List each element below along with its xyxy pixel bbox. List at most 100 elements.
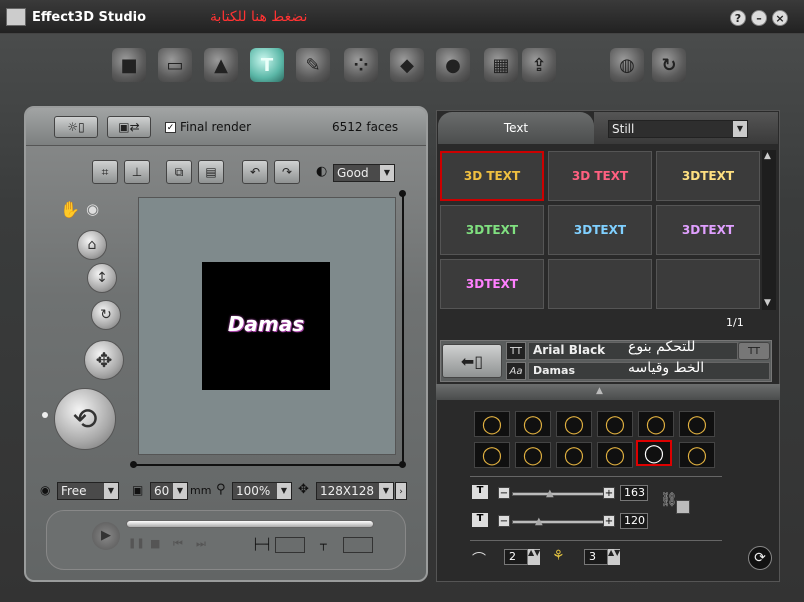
bevel-style[interactable]: ◯: [556, 411, 592, 437]
bevel-style[interactable]: ◯: [474, 411, 510, 437]
paint-bucket-icon[interactable]: ◆: [390, 48, 424, 82]
bevel-count-input[interactable]: 2: [504, 549, 528, 565]
text-style-thumb[interactable]: 3D TEXT: [440, 151, 544, 201]
handle-dot[interactable]: [130, 461, 137, 468]
camera-mode-select[interactable]: Free ▼: [57, 482, 119, 500]
copy-button[interactable]: ⧉: [166, 160, 192, 184]
close-button[interactable]: ×: [772, 10, 788, 26]
text-note: الخط وقياسه: [628, 360, 705, 376]
text-style-thumb[interactable]: 3DTEXT: [656, 151, 760, 201]
pause-button[interactable]: ❚❚: [128, 538, 145, 549]
orbit-button[interactable]: ⟲: [54, 388, 116, 450]
text-3d-icon[interactable]: T: [250, 48, 284, 82]
dots-icon[interactable]: ⁘: [344, 48, 378, 82]
bevel-depth-stepper[interactable]: ▲▼: [608, 549, 620, 565]
tab-text[interactable]: Text: [438, 112, 594, 144]
bevel-style[interactable]: ◯: [597, 442, 633, 468]
forward-button[interactable]: ⏭: [196, 537, 206, 551]
minimize-button[interactable]: –: [751, 10, 767, 26]
text-value: Damas: [533, 364, 575, 377]
quality-select[interactable]: Good ▼: [333, 164, 395, 182]
play-button[interactable]: ▶: [92, 522, 120, 550]
magnifier-icon: ⚲: [216, 482, 226, 497]
text-style-thumb[interactable]: 3DTEXT: [440, 259, 544, 309]
zoom-select[interactable]: 100% ▼: [232, 482, 292, 500]
resolution-arrow-button[interactable]: ›: [395, 482, 407, 500]
text-type-icon: Aa: [506, 362, 526, 380]
bevel-count-stepper[interactable]: ▲▼: [528, 549, 540, 565]
video-camera-icon: ▣: [132, 483, 144, 497]
text-style-thumb[interactable]: 3D TEXT: [548, 151, 652, 201]
text-style-thumb[interactable]: 3DTEXT: [440, 205, 544, 255]
export-icon[interactable]: ⇪: [522, 48, 556, 82]
bevel-style[interactable]: ◯: [556, 442, 592, 468]
height-slider[interactable]: [512, 520, 606, 524]
import-text-button[interactable]: ⬅▯: [442, 344, 502, 378]
frame-input[interactable]: [343, 537, 373, 553]
new-scene-button[interactable]: ☼▯: [54, 116, 98, 138]
text-style-thumb[interactable]: [656, 259, 760, 309]
bevel-style[interactable]: ◯: [679, 411, 715, 437]
bulb-icon[interactable]: ●: [436, 48, 470, 82]
pan-button[interactable]: ✥: [84, 340, 124, 380]
axis-button[interactable]: ⊥: [124, 160, 150, 184]
text-style-thumb[interactable]: [548, 259, 652, 309]
handle-dot[interactable]: [399, 190, 406, 197]
home-view-button[interactable]: ⌂: [77, 230, 107, 260]
width-slider[interactable]: [512, 492, 606, 496]
rewind-button[interactable]: ⏮: [173, 537, 183, 551]
reset-icon[interactable]: ⟳: [748, 546, 772, 570]
text-style-thumb[interactable]: 3DTEXT: [656, 205, 760, 255]
export-scene-button[interactable]: ▣⇄: [107, 116, 151, 138]
timeline-slider[interactable]: [126, 520, 374, 528]
bevel-style[interactable]: ◯: [638, 411, 674, 437]
handle-dot[interactable]: [399, 461, 406, 468]
paste-button[interactable]: ▤: [198, 160, 224, 184]
height-minus-button[interactable]: −: [498, 515, 510, 527]
bevel-style[interactable]: ◯: [515, 411, 551, 437]
box-icon[interactable]: ■: [112, 48, 146, 82]
bevel-style[interactable]: ◯: [597, 411, 633, 437]
shapes-icon[interactable]: ▲: [204, 48, 238, 82]
height-slider-thumb[interactable]: ▲: [535, 516, 543, 527]
scroll-up-icon[interactable]: ▲: [764, 151, 771, 161]
bevel-style[interactable]: ◯: [679, 442, 715, 468]
redo-button[interactable]: ↷: [274, 160, 300, 184]
height-plus-button[interactable]: +: [603, 515, 615, 527]
bevel-style[interactable]: ◯: [515, 442, 551, 468]
brush-icon[interactable]: ✎: [296, 48, 330, 82]
bevel-style-selected[interactable]: ◯: [636, 440, 672, 466]
rotate-button[interactable]: ↻: [91, 300, 121, 330]
duration-input[interactable]: [275, 537, 305, 553]
focal-select[interactable]: 60 ▼: [150, 482, 188, 500]
style-select[interactable]: Still ▼: [608, 120, 748, 138]
panel-splitter[interactable]: [436, 384, 780, 400]
width-value[interactable]: 163: [620, 485, 648, 501]
width-slider-thumb[interactable]: ▲: [546, 488, 554, 499]
panel-icon[interactable]: ▭: [158, 48, 192, 82]
bevel-depth-input[interactable]: 3: [584, 549, 608, 565]
help-button[interactable]: ?: [730, 10, 746, 26]
crop-button[interactable]: ⌗: [92, 160, 118, 184]
height-value[interactable]: 120: [620, 513, 648, 529]
thumbnail-scrollbar[interactable]: [762, 150, 776, 310]
width-plus-button[interactable]: +: [603, 487, 615, 499]
resolution-select[interactable]: 128X128 ▼: [316, 482, 394, 500]
width-minus-button[interactable]: −: [498, 487, 510, 499]
web-icon[interactable]: ◍: [610, 48, 644, 82]
collapse-icon[interactable]: ▲: [596, 386, 603, 396]
font-dialog-button[interactable]: TT: [738, 342, 770, 360]
scroll-down-icon[interactable]: ▼: [764, 298, 771, 308]
refresh-icon[interactable]: ↻: [652, 48, 686, 82]
stop-button[interactable]: ■: [150, 537, 160, 550]
lock-ratio-checkbox[interactable]: [676, 500, 690, 514]
bevel-style[interactable]: ◯: [474, 442, 510, 468]
move-vertical-button[interactable]: ↕: [87, 263, 117, 293]
final-render-checkbox[interactable]: ✓: [165, 122, 176, 133]
hand-icon[interactable]: ✋: [60, 200, 80, 219]
undo-button[interactable]: ↶: [242, 160, 268, 184]
app-title: Effect3D Studio: [32, 10, 147, 25]
eye-icon[interactable]: ◉: [86, 200, 99, 218]
text-style-thumb[interactable]: 3DTEXT: [548, 205, 652, 255]
texture-icon[interactable]: ▦: [484, 48, 518, 82]
